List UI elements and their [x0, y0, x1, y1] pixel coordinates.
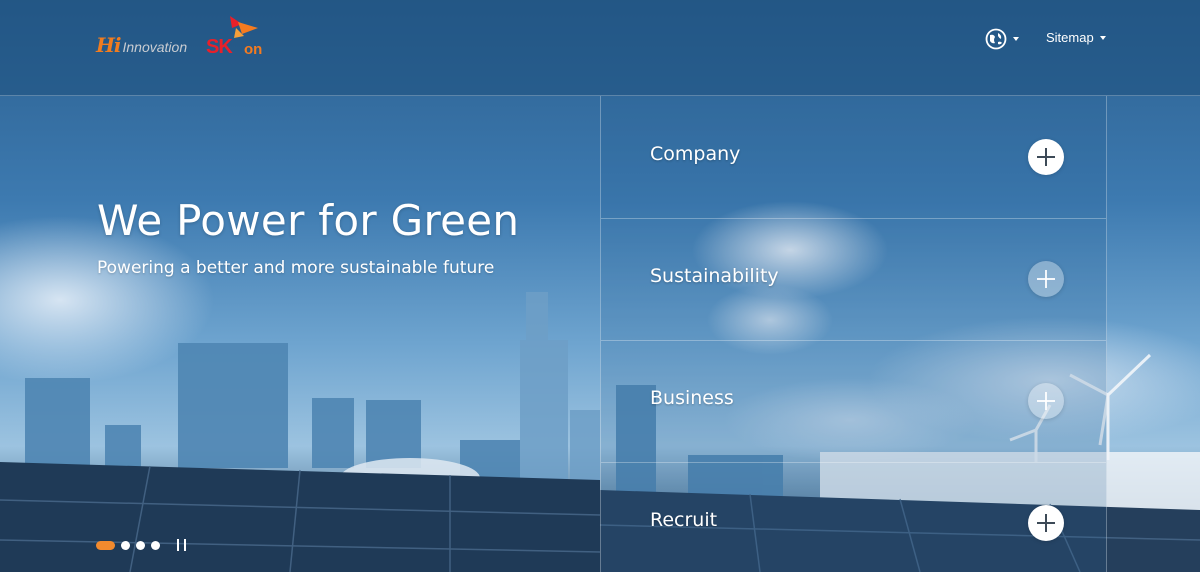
hi-logo-mark: Hi	[96, 33, 121, 57]
menu-item-label: Recruit	[650, 509, 718, 531]
menu-item-label: Business	[650, 387, 734, 409]
chevron-down-icon	[1013, 37, 1019, 41]
sk-logo-text: SK	[206, 36, 233, 58]
language-button[interactable]	[985, 28, 1019, 50]
hero-title: We Power for Green	[97, 196, 520, 245]
slide-dot-3[interactable]	[136, 540, 145, 550]
hi-innovation-logo[interactable]: Hi Innovation	[96, 33, 187, 57]
menu-item-recruit[interactable]: Recruit	[601, 462, 1106, 572]
plus-icon[interactable]	[1028, 505, 1064, 541]
hi-logo-text: Innovation	[122, 39, 188, 55]
sk-on-logo[interactable]: SK on	[206, 14, 266, 58]
menu-item-sustainability[interactable]: Sustainability	[601, 218, 1106, 341]
sitemap-button[interactable]: Sitemap	[1046, 30, 1106, 45]
hero-subtitle: Powering a better and more sustainable f…	[97, 258, 495, 278]
on-logo-text: on	[244, 41, 263, 58]
globe-icon	[985, 28, 1007, 50]
pause-icon[interactable]	[177, 539, 187, 551]
menu-item-company[interactable]: Company	[601, 96, 1106, 219]
menu-item-label: Company	[650, 143, 741, 165]
plus-icon[interactable]	[1028, 261, 1064, 297]
slide-dot-2[interactable]	[121, 540, 130, 550]
page-background: Hi Innovation SK on Sitemap We Power for…	[0, 0, 1200, 572]
menu-item-label: Sustainability	[650, 265, 779, 287]
plus-icon[interactable]	[1028, 139, 1064, 175]
main-menu-panel: Company Sustainability Business Recruit	[600, 96, 1107, 572]
chevron-down-icon	[1099, 35, 1106, 40]
plus-icon[interactable]	[1028, 383, 1064, 419]
slide-dot-4[interactable]	[151, 540, 160, 550]
menu-item-business[interactable]: Business	[601, 340, 1106, 463]
slide-dot-1[interactable]	[96, 540, 115, 550]
sitemap-label: Sitemap	[1046, 30, 1094, 45]
slider-controls	[96, 539, 187, 551]
